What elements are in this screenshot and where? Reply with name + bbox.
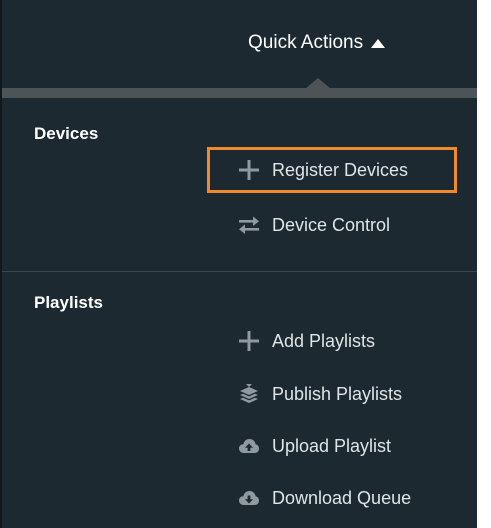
- cloud-download-icon: [238, 487, 260, 509]
- cloud-upload-icon: [238, 435, 260, 457]
- swap-arrows-icon: [238, 214, 260, 236]
- menu-item-label: Upload Playlist: [272, 435, 392, 456]
- caret-up-icon: [371, 38, 386, 48]
- menu-item-upload-playlist[interactable]: Upload Playlist: [238, 431, 391, 461]
- header-divider: [2, 88, 477, 98]
- menu-item-label: Register Devices: [272, 159, 409, 180]
- menu-item-label: Download Queue: [272, 487, 412, 508]
- plus-icon: [238, 330, 260, 352]
- quick-actions-toggle[interactable]: Quick Actions: [248, 32, 386, 54]
- publish-stack-icon: [238, 383, 260, 405]
- section-title-playlists: Playlists: [34, 293, 103, 312]
- quick-actions-panel: Quick Actions Devices Register Devices D…: [0, 0, 477, 528]
- panel-header: Quick Actions: [2, 0, 477, 88]
- section-title-devices: Devices: [34, 124, 99, 143]
- plus-icon: [238, 159, 260, 181]
- menu-item-label: Add Playlists: [272, 330, 376, 351]
- menu-item-download-queue[interactable]: Download Queue: [238, 483, 411, 513]
- menu-item-register-devices[interactable]: Register Devices: [238, 155, 408, 185]
- quick-actions-label: Quick Actions: [248, 32, 364, 53]
- menu-item-add-playlists[interactable]: Add Playlists: [238, 326, 375, 356]
- section-separator: [2, 271, 477, 272]
- menu-item-label: Publish Playlists: [272, 383, 403, 404]
- menu-item-device-control[interactable]: Device Control: [238, 210, 390, 240]
- menu-item-label: Device Control: [272, 214, 391, 235]
- dropdown-pointer: [305, 78, 331, 89]
- menu-item-publish-playlists[interactable]: Publish Playlists: [238, 379, 402, 409]
